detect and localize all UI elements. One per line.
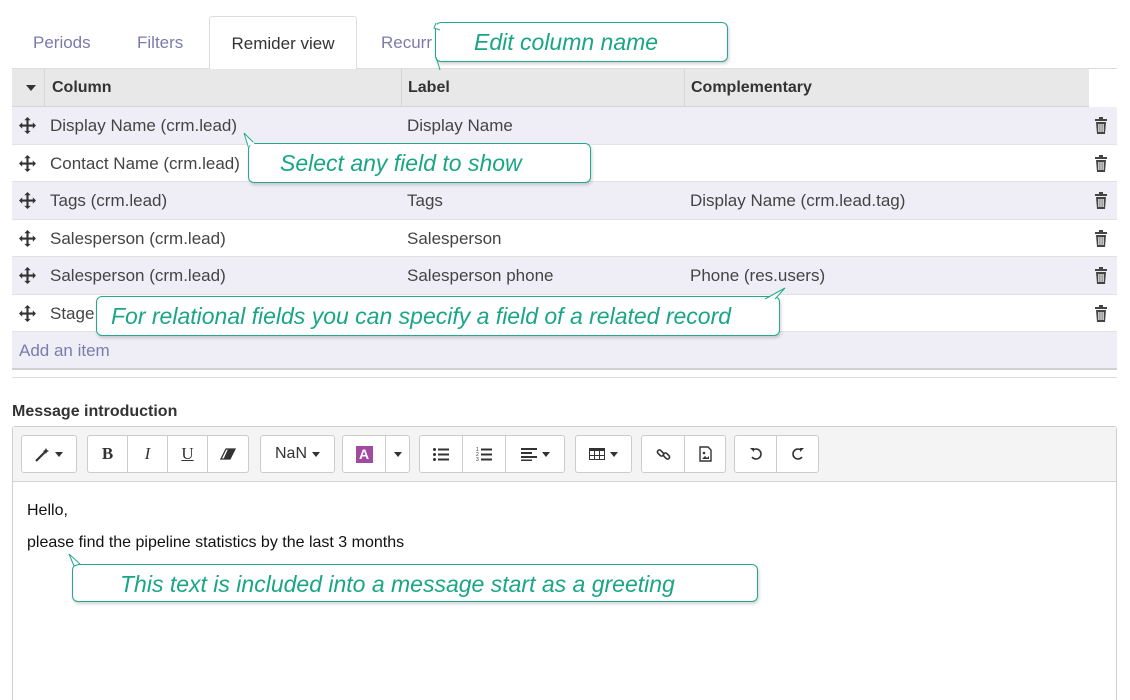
numbered-list-button[interactable]: 123 bbox=[462, 435, 506, 473]
tab-reminder-view[interactable]: Remider view bbox=[209, 16, 357, 70]
cell-label[interactable]: Tags bbox=[407, 182, 443, 219]
bullet-list-button[interactable] bbox=[419, 435, 463, 473]
callout-greeting: This text is included into a message sta… bbox=[72, 564, 758, 602]
trash-icon[interactable] bbox=[1094, 267, 1108, 284]
table-row[interactable]: Salesperson (crm.lead) Salesperson bbox=[12, 219, 1117, 257]
sort-caret-icon[interactable] bbox=[26, 85, 36, 91]
header-complementary[interactable]: Complementary bbox=[685, 69, 1089, 107]
callout-pointer-icon bbox=[68, 553, 81, 567]
text-color-button[interactable]: A bbox=[342, 435, 386, 473]
trash-icon[interactable] bbox=[1094, 117, 1108, 134]
eraser-icon bbox=[220, 448, 236, 460]
link-icon bbox=[656, 448, 670, 460]
tab-filters[interactable]: Filters bbox=[137, 16, 183, 69]
magic-wand-icon bbox=[35, 447, 49, 462]
chevron-down-icon bbox=[312, 451, 320, 457]
chevron-down-icon bbox=[55, 451, 63, 457]
move-handle-icon[interactable] bbox=[19, 229, 36, 247]
color-dropdown-button[interactable] bbox=[385, 435, 410, 473]
move-handle-icon[interactable] bbox=[19, 192, 36, 209]
cell-complementary[interactable]: Display Name (crm.lead.tag) bbox=[690, 182, 905, 219]
editor-content[interactable]: Hello, please find the pipeline statisti… bbox=[27, 495, 404, 559]
cell-column[interactable]: Contact Name (crm.lead) bbox=[50, 145, 240, 182]
style-button[interactable] bbox=[21, 435, 77, 473]
trash-icon[interactable] bbox=[1094, 192, 1108, 209]
header-column[interactable]: Column bbox=[44, 69, 402, 107]
callout-select-field: Select any field to show bbox=[248, 143, 591, 183]
link-button[interactable] bbox=[641, 435, 685, 473]
table-group bbox=[575, 435, 632, 473]
history-group bbox=[734, 435, 819, 473]
font-size-dropdown[interactable]: NaN bbox=[260, 435, 335, 473]
color-group: A bbox=[342, 435, 410, 473]
editor-toolbar: B I U NaN A 123 bbox=[13, 427, 1116, 482]
cell-column[interactable]: Salesperson (crm.lead) bbox=[50, 220, 226, 257]
editor-line-greeting[interactable]: Hello, bbox=[27, 495, 404, 527]
callout-edit-column-name: Edit column name bbox=[435, 22, 728, 62]
move-handle-icon[interactable] bbox=[19, 154, 36, 172]
tab-periods[interactable]: Periods bbox=[33, 16, 91, 69]
image-button[interactable] bbox=[684, 435, 726, 473]
table-dropdown[interactable] bbox=[575, 435, 632, 473]
clear-format-button[interactable] bbox=[207, 435, 249, 473]
table-row[interactable]: Salesperson (crm.lead) Salesperson phone… bbox=[12, 257, 1117, 295]
redo-icon bbox=[791, 448, 804, 460]
trash-icon[interactable] bbox=[1094, 229, 1108, 247]
table-footer bbox=[12, 370, 1117, 378]
bold-button[interactable]: B bbox=[87, 435, 128, 473]
callout-pointer-icon bbox=[764, 287, 786, 300]
svg-text:3: 3 bbox=[476, 457, 479, 462]
cell-column[interactable]: Display Name (crm.lead) bbox=[50, 107, 237, 144]
callout-pointer-icon bbox=[433, 22, 441, 71]
numbered-list-icon: 123 bbox=[476, 447, 492, 462]
redo-button[interactable] bbox=[776, 435, 819, 473]
callout-text: Edit column name bbox=[474, 29, 659, 55]
undo-button[interactable] bbox=[734, 435, 777, 473]
cell-column[interactable]: Tags (crm.lead) bbox=[50, 182, 167, 219]
underline-button[interactable]: U bbox=[167, 435, 208, 473]
cell-label[interactable]: Salesperson phone bbox=[407, 257, 554, 294]
move-handle-icon[interactable] bbox=[19, 267, 36, 284]
cell-column[interactable]: Salesperson (crm.lead) bbox=[50, 257, 226, 294]
paragraph-group: 123 bbox=[419, 435, 565, 473]
text-color-icon: A bbox=[355, 445, 373, 463]
header-label[interactable]: Label bbox=[402, 69, 685, 107]
message-editor[interactable]: B I U NaN A 123 Hello, please find the p… bbox=[12, 426, 1117, 700]
table-icon bbox=[589, 448, 605, 460]
callout-pointer-icon bbox=[243, 132, 255, 147]
chevron-down-icon bbox=[541, 451, 550, 457]
align-dropdown[interactable] bbox=[505, 435, 565, 473]
callout-relational-fields: For relational fields you can specify a … bbox=[96, 296, 780, 336]
move-handle-icon[interactable] bbox=[19, 304, 36, 322]
font-style-group: B I U bbox=[87, 435, 249, 473]
trash-icon[interactable] bbox=[1094, 154, 1108, 172]
trash-icon[interactable] bbox=[1094, 304, 1108, 322]
style-group bbox=[21, 435, 77, 473]
callout-text: This text is included into a message sta… bbox=[120, 571, 675, 597]
chevron-down-icon bbox=[393, 451, 402, 457]
message-introduction-label: Message introduction bbox=[12, 403, 178, 420]
table-row[interactable]: Tags (crm.lead) Tags Display Name (crm.l… bbox=[12, 182, 1117, 220]
cell-label[interactable]: Display Name bbox=[407, 107, 513, 144]
cell-complementary[interactable]: Phone (res.users) bbox=[690, 257, 825, 294]
font-size-value: NaN bbox=[274, 445, 307, 462]
move-handle-icon[interactable] bbox=[19, 117, 36, 134]
italic-button[interactable]: I bbox=[127, 435, 168, 473]
undo-icon bbox=[749, 448, 762, 460]
insert-group bbox=[641, 435, 726, 473]
cell-column[interactable]: Stage bbox=[50, 295, 94, 332]
add-item-link[interactable]: Add an item bbox=[19, 332, 110, 370]
table-header: Column Label Complementary bbox=[12, 69, 1089, 107]
bullet-list-icon bbox=[433, 447, 449, 461]
cell-label[interactable]: Salesperson bbox=[407, 220, 502, 257]
callout-text: For relational fields you can specify a … bbox=[111, 303, 732, 329]
add-item-row: Add an item bbox=[12, 332, 1117, 370]
align-left-icon bbox=[520, 447, 537, 461]
font-size-group: NaN bbox=[260, 435, 335, 473]
image-file-icon bbox=[698, 446, 712, 462]
chevron-down-icon bbox=[610, 451, 618, 457]
callout-text: Select any field to show bbox=[280, 150, 522, 176]
table-row[interactable]: Display Name (crm.lead) Display Name bbox=[12, 107, 1117, 145]
